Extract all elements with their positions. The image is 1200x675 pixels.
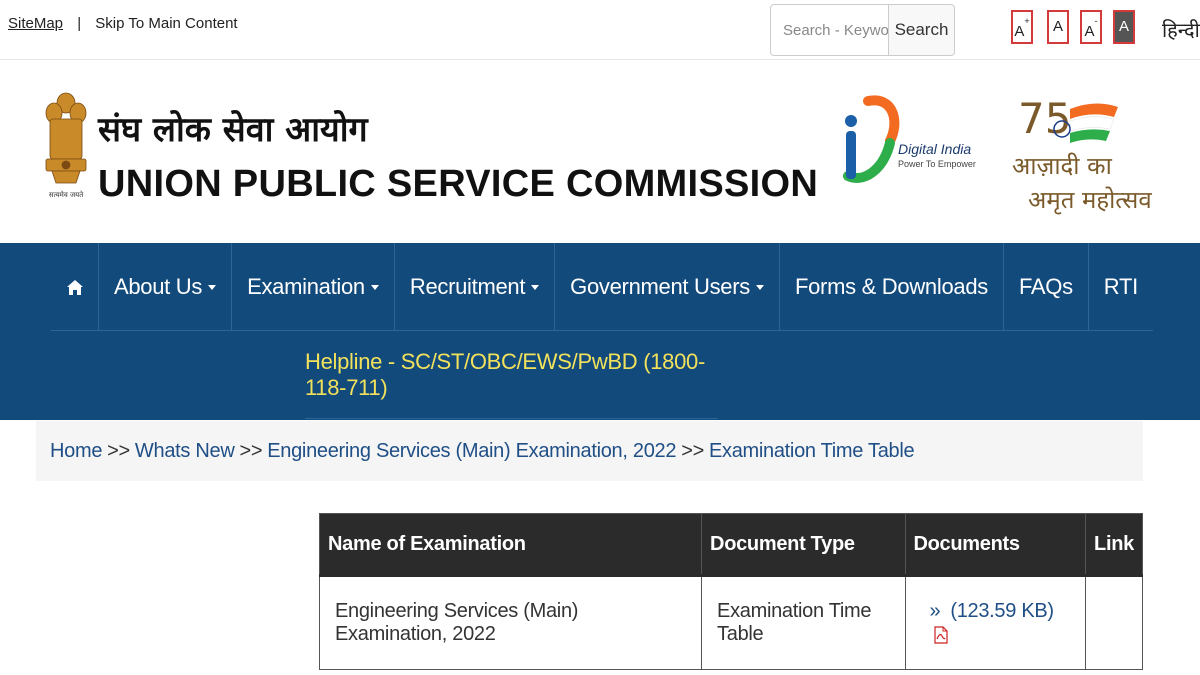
- high-contrast-button[interactable]: A: [1113, 10, 1135, 44]
- language-hindi-link[interactable]: हिन्दी: [1162, 16, 1200, 43]
- utility-separator: |: [77, 15, 82, 32]
- cell-link: [1085, 574, 1143, 670]
- digital-india-text: Digital India: [898, 141, 972, 157]
- sitemap-link[interactable]: SiteMap: [8, 15, 63, 32]
- nav-menu: About Us Examination Recruitment Governm…: [51, 243, 1153, 331]
- azadi-number: 75: [1018, 94, 1071, 143]
- nav-faqs[interactable]: FAQs: [1004, 243, 1089, 331]
- high-contrast-label: A: [1118, 18, 1129, 35]
- breadcrumb-separator: >>: [239, 439, 263, 462]
- nav-forms-downloads[interactable]: Forms & Downloads: [780, 243, 1004, 331]
- nav-recruitment[interactable]: Recruitment: [395, 243, 556, 331]
- utility-links: SiteMap | Skip To Main Content: [8, 15, 238, 32]
- raquo-marker: »: [929, 600, 941, 622]
- nav-government-users-label: Government Users: [570, 274, 750, 299]
- breadcrumb: Home >> Whats New >> Engineering Service…: [36, 421, 1143, 481]
- azadi-line-1: आज़ादी का: [1012, 152, 1112, 180]
- search-input[interactable]: [771, 5, 888, 55]
- font-increase-button[interactable]: A+: [1011, 10, 1033, 44]
- col-document-type: Document Type: [701, 513, 906, 576]
- title-english: UNION PUBLIC SERVICE COMMISSION: [98, 163, 819, 205]
- nav-rti-label: RTI: [1103, 274, 1138, 299]
- font-decrease-sup: -: [1094, 16, 1098, 26]
- nav-examination-label: Examination: [247, 274, 365, 299]
- table-row: Engineering Services (Main) Examination,…: [318, 574, 1143, 670]
- font-normal-button[interactable]: A: [1047, 10, 1069, 44]
- nav-faqs-label: FAQs: [1018, 274, 1073, 299]
- emblem-motto: सत्यमेव जयते: [49, 190, 84, 199]
- col-documents: Documents: [904, 513, 1087, 576]
- digital-india-tagline: Power To Empower: [898, 159, 976, 169]
- nav-rti[interactable]: RTI: [1089, 243, 1153, 331]
- table-header-row: Name of Examination Document Type Docume…: [318, 513, 1143, 576]
- chevron-down-icon: [531, 284, 540, 290]
- breadcrumb-home[interactable]: Home: [50, 440, 102, 463]
- font-increase-label: A: [1014, 23, 1025, 40]
- home-icon: [66, 279, 83, 295]
- document-download-link[interactable]: (123.59 KB): [950, 600, 1054, 622]
- font-decrease-label: A: [1084, 23, 1095, 40]
- pdf-icon[interactable]: [933, 626, 948, 644]
- col-link: Link: [1085, 513, 1143, 576]
- helpline-link[interactable]: Helpline - SC/ST/OBC/EWS/PwBD (1800-118-…: [305, 331, 718, 419]
- font-increase-sup: +: [1024, 16, 1030, 26]
- nav-government-users[interactable]: Government Users: [555, 243, 780, 331]
- breadcrumb-whats-new[interactable]: Whats New: [135, 440, 235, 463]
- search-button[interactable]: Search: [888, 5, 954, 55]
- breadcrumb-separator: >>: [107, 439, 130, 462]
- nav-home[interactable]: [51, 243, 99, 331]
- nav-recruitment-label: Recruitment: [409, 274, 526, 299]
- col-name-of-examination: Name of Examination: [318, 513, 703, 576]
- nav-about-us[interactable]: About Us: [99, 243, 233, 331]
- nav-forms-downloads-label: Forms & Downloads: [794, 274, 988, 299]
- cell-document-type: Examination Time Table: [701, 574, 906, 670]
- breadcrumb-current[interactable]: Examination Time Table: [709, 440, 915, 463]
- main-navigation: About Us Examination Recruitment Governm…: [0, 243, 1200, 420]
- site-header: सत्यमेव जयते संघ लोक सेवा आयोग UNION PUB…: [0, 61, 1200, 243]
- national-emblem-icon: सत्यमेव जयते: [45, 92, 87, 199]
- chevron-down-icon: [370, 284, 379, 290]
- nav-examination[interactable]: Examination: [232, 243, 395, 331]
- breadcrumb-exam[interactable]: Engineering Services (Main) Examination,…: [267, 440, 676, 463]
- top-utility-bar: SiteMap | Skip To Main Content Search A+…: [0, 0, 1200, 60]
- nav-about-us-label: About Us: [114, 274, 203, 299]
- chevron-down-icon: [208, 284, 217, 290]
- cell-exam-name: Engineering Services (Main) Examination,…: [318, 574, 703, 670]
- search-form: Search: [770, 4, 955, 56]
- title-hindi: संघ लोक सेवा आयोग: [98, 110, 368, 150]
- font-decrease-button[interactable]: A-: [1080, 10, 1102, 44]
- azadi-line-2: अमृत महोत्सव: [1028, 186, 1152, 214]
- breadcrumb-separator: >>: [681, 439, 704, 462]
- skip-to-content-link[interactable]: Skip To Main Content: [95, 15, 237, 32]
- font-normal-label: A: [1052, 18, 1063, 35]
- chevron-down-icon: [755, 284, 764, 290]
- documents-table: Name of Examination Document Type Docume…: [318, 513, 1143, 670]
- cell-documents: » (123.59 KB): [904, 574, 1087, 670]
